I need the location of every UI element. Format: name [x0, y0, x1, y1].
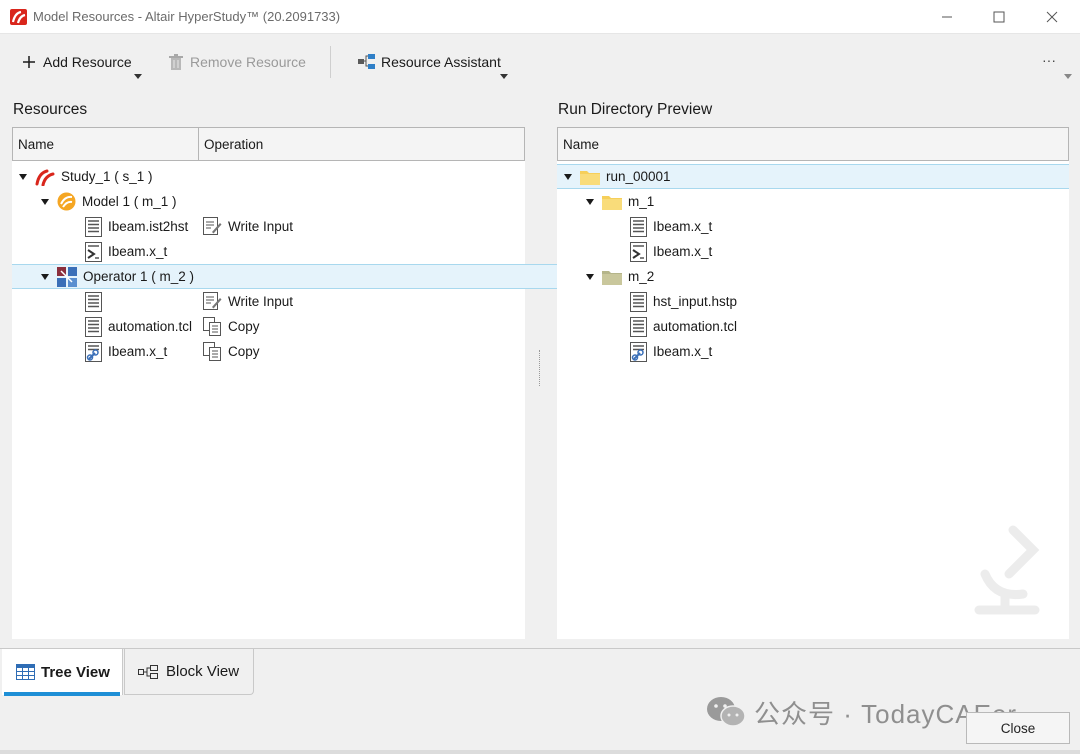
resource-assistant-dropdown-icon[interactable] [500, 74, 508, 79]
file-icon [630, 316, 647, 337]
tree-row-resource[interactable]: Ibeam.ist2hst Write Input [12, 214, 525, 239]
wechat-icon [707, 697, 746, 727]
microscope-watermark-icon [974, 525, 1040, 615]
window-title: Model Resources - Altair HyperStudy™ (20… [33, 9, 341, 24]
folder-icon [580, 170, 600, 185]
linked-file-icon [85, 341, 102, 362]
resources-tree: Name Operation Study_1 ( s_1 ) Model 1 (… [12, 127, 525, 639]
plus-icon [23, 56, 35, 68]
tree-row-resource[interactable]: Ibeam.x_t [12, 239, 525, 264]
tree-row-resource[interactable]: Ibeam.x_t Copy [12, 339, 525, 364]
tab-tree-view[interactable]: Tree View [2, 649, 123, 696]
resource-assistant-button[interactable]: Resource Assistant [358, 52, 501, 72]
more-options-icon[interactable]: ··· [1042, 52, 1056, 68]
operation-column-header[interactable]: Operation [198, 127, 525, 161]
copy-icon [203, 342, 221, 361]
operation-label: Write Input [228, 294, 294, 309]
file-icon [630, 216, 647, 237]
tree-row-model[interactable]: Model 1 ( m_1 ) [12, 189, 525, 214]
folder-icon [602, 195, 622, 210]
tree-row-folder[interactable]: m_2 [557, 264, 1069, 289]
remove-resource-button[interactable]: Remove Resource [168, 52, 306, 72]
tree-item-label: Study_1 ( s_1 ) [61, 169, 153, 184]
add-resource-dropdown-icon[interactable] [134, 74, 142, 79]
tree-row-resource[interactable]: Write Input [12, 289, 525, 314]
tree-row-file[interactable]: Ibeam.x_t [557, 339, 1069, 364]
tree-item-label: Ibeam.x_t [108, 244, 168, 259]
file-icon [630, 291, 647, 312]
file-icon [85, 316, 102, 337]
tree-item-label: Ibeam.x_t [653, 344, 713, 359]
remove-resource-label: Remove Resource [190, 54, 306, 70]
add-resource-button[interactable]: Add Resource [22, 52, 132, 72]
toolbar-separator [330, 46, 331, 78]
resource-assistant-icon [358, 54, 375, 69]
overflow-dropdown-icon[interactable] [1064, 74, 1072, 79]
expand-arrow-icon[interactable] [19, 173, 27, 180]
expand-arrow-icon[interactable] [41, 273, 49, 280]
run-directory-preview-label: Run Directory Preview [558, 101, 713, 118]
copy-icon [203, 317, 221, 336]
study-icon [35, 169, 55, 186]
tab-block-view[interactable]: Block View [124, 649, 254, 695]
tree-item-label: automation.tcl [108, 319, 193, 334]
tree-item-label: Ibeam.x_t [108, 344, 168, 359]
tree-item-label: automation.tcl [653, 319, 738, 334]
model-icon [57, 192, 76, 211]
toolbar: Add Resource Remove Resource Resource As… [0, 34, 1080, 90]
tree-row-file[interactable]: hst_input.hstp [557, 289, 1069, 314]
file-icon [85, 216, 102, 237]
tree-row-file[interactable]: Ibeam.x_t [557, 214, 1069, 239]
tree-view-label: Tree View [41, 663, 110, 681]
write-input-icon [203, 292, 222, 310]
geometry-file-icon [630, 241, 647, 262]
tree-row-file[interactable]: automation.tcl [557, 314, 1069, 339]
resources-label: Resources [13, 101, 88, 118]
tree-row-file[interactable]: Ibeam.x_t [557, 239, 1069, 264]
expand-arrow-icon[interactable] [586, 273, 594, 280]
title-bar: Model Resources - Altair HyperStudy™ (20… [0, 0, 1080, 34]
name-column-header[interactable]: Name [12, 127, 199, 161]
tree-row-run-folder[interactable]: run_00001 [557, 164, 1069, 189]
close-window-icon[interactable] [1042, 7, 1062, 27]
window-bottom-edge [0, 750, 1080, 754]
trash-icon [169, 53, 183, 70]
maximize-icon[interactable] [989, 7, 1009, 27]
tree-item-label: run_00001 [606, 169, 671, 184]
block-view-label: Block View [166, 663, 240, 680]
block-view-icon [138, 664, 158, 679]
geometry-file-icon [85, 241, 102, 262]
tree-item-label: Operator 1 ( m_2 ) [83, 269, 195, 284]
operator-icon [57, 266, 77, 287]
tree-item-label: Ibeam.x_t [653, 244, 713, 259]
altair-logo-icon [10, 9, 27, 25]
tree-item-label: Ibeam.x_t [653, 219, 713, 234]
operation-label: Copy [228, 344, 260, 359]
tree-item-label: Ibeam.ist2hst [108, 219, 189, 234]
tree-view-icon [16, 664, 35, 680]
resource-assistant-label: Resource Assistant [381, 54, 501, 70]
operation-label: Write Input [228, 219, 294, 234]
folder-icon [602, 270, 622, 285]
tree-row-study[interactable]: Study_1 ( s_1 ) [12, 164, 525, 189]
tree-item-label: m_2 [628, 269, 655, 284]
operation-label: Copy [228, 319, 260, 334]
expand-arrow-icon[interactable] [41, 198, 49, 205]
write-input-icon [203, 217, 222, 235]
expand-arrow-icon[interactable] [564, 173, 572, 180]
tree-item-label: m_1 [628, 194, 655, 209]
tree-item-label: hst_input.hstp [653, 294, 738, 309]
close-button[interactable]: Close [966, 712, 1070, 744]
name-column-header[interactable]: Name [557, 127, 1069, 161]
tree-item-label: Model 1 ( m_1 ) [82, 194, 177, 209]
file-icon [85, 291, 102, 312]
add-resource-label: Add Resource [43, 54, 132, 70]
minimize-icon[interactable] [937, 7, 957, 27]
tree-row-folder[interactable]: m_1 [557, 189, 1069, 214]
panel-splitter[interactable] [539, 350, 541, 386]
run-directory-tree: Name run_00001 m_1 Ibeam.x_t Ibeam.x_t m… [557, 127, 1069, 639]
linked-file-icon [630, 341, 647, 362]
expand-arrow-icon[interactable] [586, 198, 594, 205]
tree-row-resource[interactable]: automation.tcl Copy [12, 314, 525, 339]
